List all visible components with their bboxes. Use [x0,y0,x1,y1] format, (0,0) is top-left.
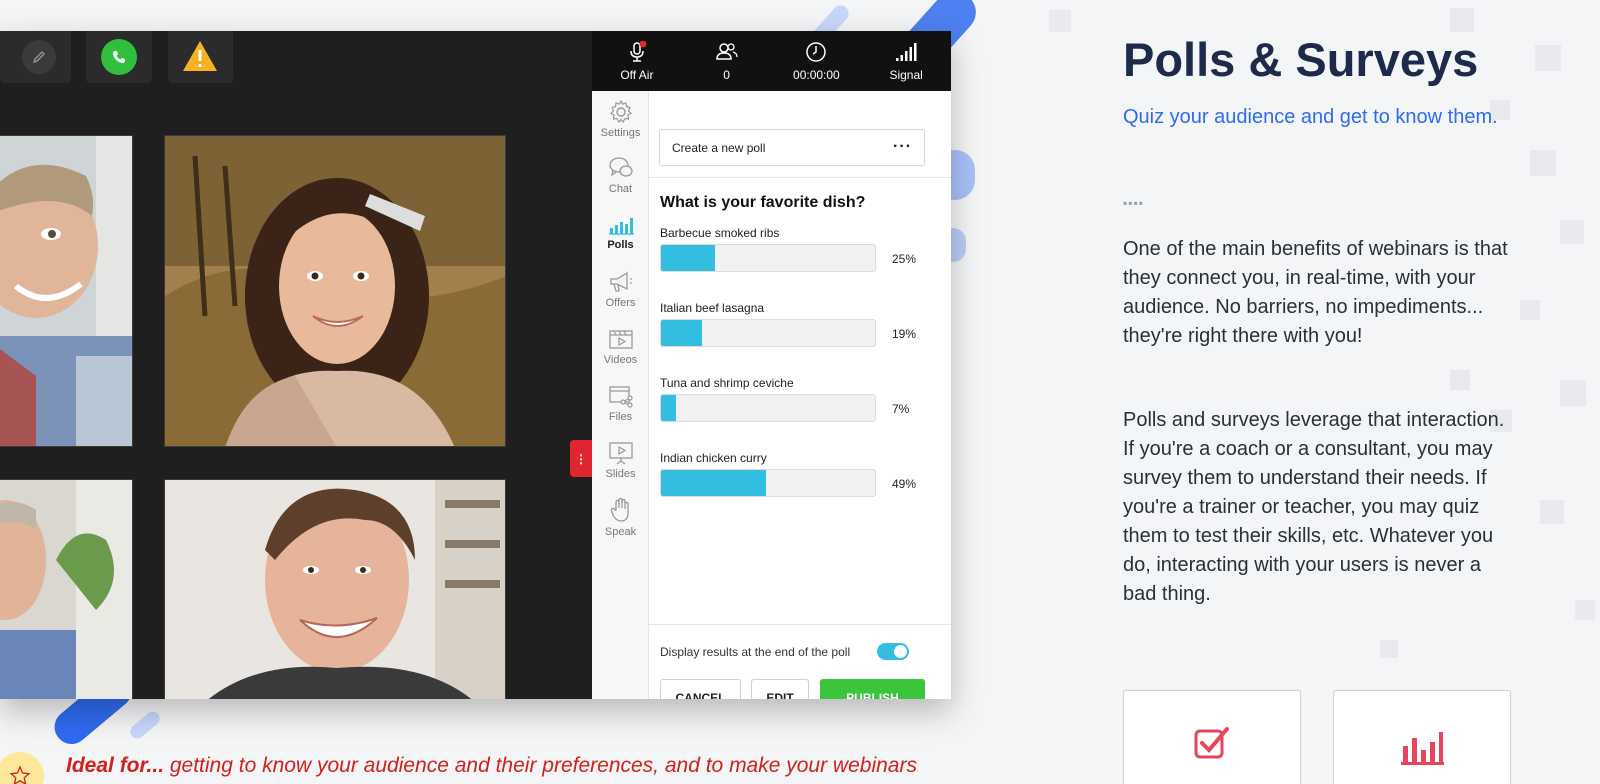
ideal-for-lead: Ideal for... [66,754,165,777]
chat-icon [608,156,633,177]
poll-select-value: Create a new poll [672,140,766,155]
publish-button[interactable]: PUBLISH [820,679,925,699]
poll-option-label: Italian beef lasagna [660,301,765,315]
polls-icon [608,217,634,235]
video-tile-man-left-bottom[interactable] [0,479,133,699]
video-tile-young-man[interactable] [164,479,506,699]
cancel-button[interactable]: CANCEL [660,679,741,699]
nav-item-chat-label: Chat [608,182,633,195]
slides-icon [608,441,633,465]
nav-item-offers[interactable]: Offers [592,261,649,317]
nav-item-slides-label: Slides [605,467,636,480]
status-signal[interactable]: Signal [861,31,951,91]
paragraph-polls: Polls and surveys leverage that interact… [1123,409,1505,605]
nav-item-settings[interactable]: Settings [592,91,649,147]
signal-icon [896,43,917,61]
poll-editor: Create a new poll ··· What is your favor… [649,91,951,699]
side-nav: Settings Chat Polls Offers Videos Files … [592,91,649,699]
display-results-label: Display results at the end of the poll [660,645,851,659]
nav-item-polls-label: Polls [607,238,634,251]
clock-icon [806,42,827,62]
display-results-toggle[interactable] [877,643,909,660]
call-button[interactable] [101,39,137,75]
poll-option-bar [660,469,876,497]
feature-card-survey[interactable] [1333,690,1511,784]
warning-icon [183,41,217,71]
status-broadcast[interactable]: Off Air [592,31,682,91]
poll-option-label: Tuna and shrimp ceviche [660,376,794,390]
poll-option-percent: 49% [892,477,917,491]
more-options-icon[interactable]: ··· [893,138,912,156]
footer-divider [649,624,951,625]
poll-select-dropdown[interactable]: Create a new poll ··· [659,129,925,166]
nav-item-videos[interactable]: Videos [592,318,649,374]
poll-option-fill [661,320,702,346]
toolbar-tools-group [0,31,71,83]
poll-option-fill [661,395,676,421]
paragraph-benefits: One of the main benefits of webinars is … [1123,238,1508,347]
nav-item-chat[interactable]: Chat [592,147,649,203]
edit-button[interactable] [22,40,56,74]
hand-icon [610,497,629,522]
header-divider [649,177,951,178]
status-bar: Off Air 0 00:00:00 Signal [592,31,951,91]
section-divider: ▪▪▪▪ [1123,196,1145,210]
poll-option-percent: 7% [892,402,910,416]
status-timer-value: 00:00:00 [793,68,840,82]
gear-icon [609,99,632,123]
video-icon [608,329,633,349]
nav-item-files[interactable]: Files [592,375,649,431]
poll-option-bar [660,244,876,272]
attendees-icon [715,43,738,60]
poll-option-percent: 25% [892,252,917,266]
toggle-knob [894,645,907,658]
nav-item-slides[interactable]: Slides [592,432,649,488]
star-icon [9,765,31,784]
ideal-for-rest: getting to know your audience and their … [164,754,917,777]
nav-item-videos-label: Videos [603,353,638,366]
status-attendees[interactable]: 0 [682,31,772,91]
side-panel: Off Air 0 00:00:00 Signal Settings Chat … [592,31,951,699]
poll-option-percent: 19% [892,327,917,341]
page-title: Polls & Surveys [1123,33,1479,86]
microphone-icon [630,41,647,62]
poll-option-bar [660,394,876,422]
nav-item-offers-label: Offers [605,296,636,309]
files-icon [608,385,633,408]
poll-option-label: Barbecue smoked ribs [660,226,780,240]
webinar-app-window: ⋮ Off Air 0 00:00:00 Signal Settings Cha… [0,31,951,699]
nav-item-polls[interactable]: Polls [592,204,649,260]
toolbar-call-group [86,31,152,83]
nav-item-files-label: Files [608,410,633,423]
nav-item-speak[interactable]: Speak [592,489,649,545]
poll-option-bar [660,319,876,347]
video-tile-woman[interactable] [164,135,506,447]
nav-item-speak-label: Speak [604,525,637,538]
bar-chart-icon [1401,732,1444,765]
star-badge [0,752,44,784]
megaphone-icon [609,271,632,292]
phone-icon [113,51,125,63]
warning-button[interactable] [181,39,219,73]
toolbar-alert-group [168,31,233,83]
poll-option-fill [661,470,766,496]
ideal-for-text: Ideal for... getting to know your audien… [66,754,917,778]
status-attendees-count: 0 [723,68,730,82]
edit-button[interactable]: EDIT [751,679,809,699]
page-subtitle: Quiz your audience and get to know them. [1123,106,1498,128]
nav-item-settings-label: Settings [600,126,641,139]
video-tile-man-left-top[interactable] [0,135,133,447]
feature-card-quiz[interactable] [1123,690,1301,784]
status-signal-label: Signal [889,68,923,82]
panel-collapse-handle[interactable]: ⋮ [570,440,592,477]
poll-option-fill [661,245,715,271]
checkbox-check-icon [1194,727,1229,759]
status-timer[interactable]: 00:00:00 [772,31,862,91]
vertical-dots-icon: ⋮ [575,451,587,466]
status-broadcast-label: Off Air [620,68,654,82]
poll-question: What is your favorite dish? [660,194,866,211]
poll-option-label: Indian chicken curry [660,451,767,465]
pencil-icon [32,51,45,64]
